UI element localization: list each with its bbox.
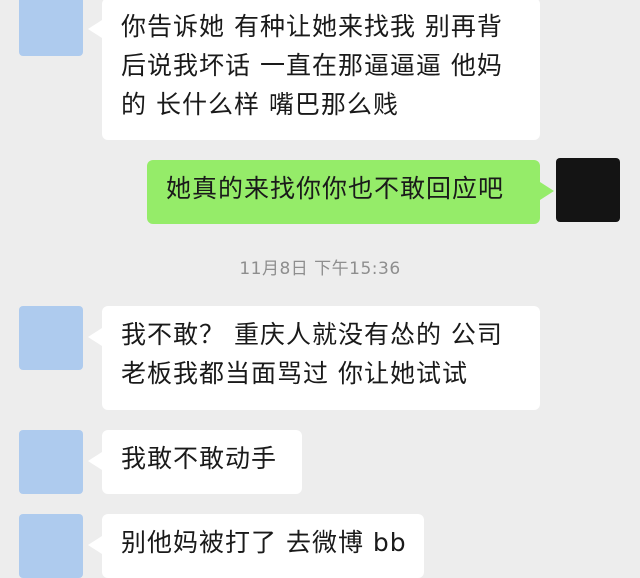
- contact-avatar[interactable]: [19, 306, 83, 370]
- contact-avatar[interactable]: [19, 514, 83, 578]
- own-avatar[interactable]: [556, 158, 620, 222]
- message-text-line: 后说我坏话 一直在那逼逼逼 他妈: [121, 51, 503, 80]
- message-text-line: 的 长什么样 嘴巴那么贱: [121, 90, 399, 119]
- message-timestamp: 11月8日 下午15:36: [239, 259, 401, 279]
- message-text-line: 她真的来找你你也不敢回应吧: [166, 174, 505, 203]
- contact-avatar[interactable]: [19, 0, 83, 56]
- message-text-line: 老板我都当面骂过 你让她试试: [121, 359, 468, 388]
- message-text-line: 你告诉她 有种让她来找我 别再背: [121, 12, 503, 41]
- message-bubble-incoming[interactable]: 我不敢？ 重庆人就没有怂的 公司 老板我都当面骂过 你让她试试: [88, 306, 540, 410]
- message-bubble-outgoing[interactable]: 她真的来找你你也不敢回应吧: [147, 160, 554, 224]
- contact-avatar[interactable]: [19, 430, 83, 494]
- message-text-line: 我敢不敢动手: [121, 444, 278, 473]
- message-text-line: 我不敢？ 重庆人就没有怂的 公司: [121, 320, 503, 349]
- message-text-line: 别他妈被打了 去微博 bb: [121, 528, 407, 557]
- message-bubble-incoming[interactable]: 你告诉她 有种让她来找我 别再背 后说我坏话 一直在那逼逼逼 他妈 的 长什么样…: [88, 0, 540, 140]
- message-bubble-incoming[interactable]: 我敢不敢动手: [88, 430, 302, 494]
- message-bubble-incoming[interactable]: 别他妈被打了 去微博 bb: [88, 514, 424, 578]
